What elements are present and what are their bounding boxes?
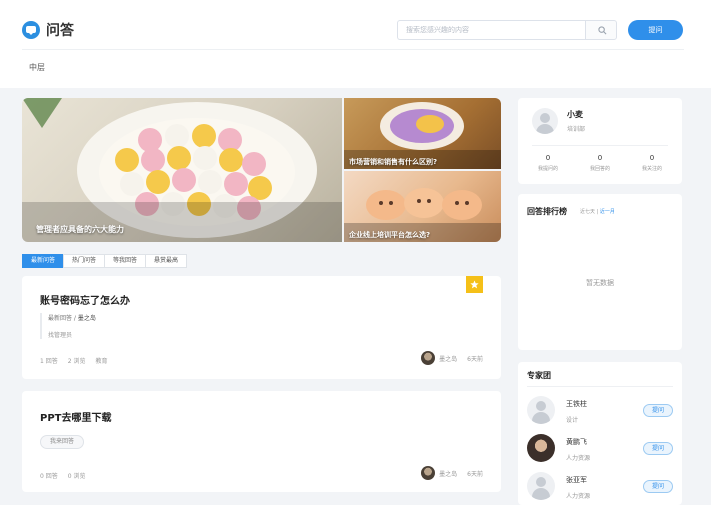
user-name: 小麦	[567, 110, 583, 119]
question-author[interactable]: 墨之岛 6天前	[421, 466, 483, 480]
question-stats: 1 回答 2 浏览 教育	[40, 356, 117, 365]
ask-question-button[interactable]: 提问	[628, 20, 683, 40]
user-department: 培训部	[567, 126, 586, 133]
ask-expert-button[interactable]: 提问	[643, 404, 673, 417]
rice-balls-image	[22, 98, 342, 242]
avatar[interactable]	[527, 472, 555, 500]
banner-side-caption-1[interactable]: 市场营销和销售有什么区别?	[349, 157, 437, 167]
banner-side-caption-2[interactable]: 企业线上培训平台怎么选?	[349, 230, 430, 240]
author-name: 墨之岛	[439, 470, 458, 478]
search-icon	[598, 26, 607, 35]
latest-answer-meta: 最新回答 / 墨之岛	[48, 313, 300, 322]
expert-divider	[527, 386, 673, 387]
ranking-title: 回答排行榜	[527, 207, 567, 216]
question-title[interactable]: 账号密码忘了怎么办	[40, 292, 130, 307]
avatar	[421, 351, 436, 365]
stat-label: 我关注的	[641, 166, 662, 172]
featured-badge	[466, 276, 483, 293]
expert-name[interactable]: 黄鹏飞	[566, 437, 587, 447]
header-divider	[22, 49, 684, 50]
user-profile-card: 小麦 培训部 0 我提问的 0 我回答的 0 我关注的	[518, 98, 682, 184]
latest-answer-text: 找管理员	[48, 332, 73, 339]
category-tag[interactable]: 教育	[95, 358, 107, 365]
stat-value: 0	[545, 154, 551, 162]
tab-latest[interactable]: 最新问答	[22, 254, 65, 268]
question-author[interactable]: 墨之岛 6天前	[421, 351, 483, 365]
ranking-filter: 近七天 | 近一月	[580, 208, 615, 215]
latest-answer-preview: 最新回答 / 墨之岛 找管理员	[40, 313, 300, 339]
ask-expert-button[interactable]: 提问	[643, 442, 673, 455]
expert-team-card: 专家团 王铁柱 设计 提问 黄鹏飞 人力资源 提问 张亚军 人力资源 提问	[518, 362, 682, 505]
avatar[interactable]	[527, 434, 555, 462]
filter-last-month[interactable]: 近一月	[600, 209, 615, 215]
stat-value: 0	[649, 154, 655, 162]
expert-department: 设计	[566, 417, 579, 424]
view-count: 0 浏览	[67, 473, 86, 480]
banner-main-image[interactable]	[22, 98, 342, 242]
banner-carousel: 管理者应具备的六大能力 市场营销和销售有什么区别? 企业线上培训平台怎么选?	[22, 98, 501, 242]
expert-item: 张亚军 人力资源 提问	[527, 472, 673, 504]
stat-label: 我回答的	[589, 166, 610, 172]
stat-label: 我提问的	[537, 166, 558, 172]
star-icon	[470, 280, 479, 289]
view-count: 2 浏览	[67, 358, 86, 365]
tab-highest-bounty[interactable]: 悬赏最高	[145, 254, 188, 268]
post-time: 6天前	[467, 470, 483, 478]
expert-team-title: 专家团	[527, 371, 551, 380]
expert-name[interactable]: 王铁柱	[566, 399, 587, 409]
latest-answer-author[interactable]: 墨之岛	[78, 315, 96, 322]
expert-item: 黄鹏飞 人力资源 提问	[527, 434, 673, 466]
latest-answer-label: 最新回答 /	[48, 315, 76, 322]
answer-count: 1 回答	[40, 358, 58, 365]
stat-value: 0	[597, 154, 603, 162]
filter-last-7-days[interactable]: 近七天	[580, 209, 595, 215]
question-title[interactable]: PPT去哪里下载	[40, 409, 111, 424]
top-header: 问答 搜索您感兴趣的内容 提问 中层	[0, 0, 711, 88]
filter-separator: |	[596, 209, 599, 215]
chat-bubble-logo-icon	[22, 21, 40, 39]
avatar	[421, 466, 436, 480]
question-card[interactable]: 账号密码忘了怎么办 最新回答 / 墨之岛 找管理员 1 回答 2 浏览 教育 墨之岛…	[22, 276, 501, 379]
tab-hot[interactable]: 热门问答	[63, 254, 106, 268]
author-name: 墨之岛	[439, 355, 458, 363]
question-card[interactable]: PPT去哪里下载 我来回答 0 回答 0 浏览 墨之岛 6天前	[22, 391, 501, 492]
search-button[interactable]	[585, 20, 617, 40]
question-tabs: 最新问答 热门问答 等我回答 悬赏最高	[22, 254, 188, 268]
page-title: 问答	[46, 23, 74, 39]
tab-waiting[interactable]: 等我回答	[104, 254, 147, 268]
my-answers-stat[interactable]: 0 我回答的	[577, 154, 623, 172]
expert-item: 王铁柱 设计 提问	[527, 396, 673, 428]
my-questions-stat[interactable]: 0 我提问的	[525, 154, 571, 172]
expert-department: 人力资源	[566, 455, 591, 462]
search-input[interactable]: 搜索您感兴趣的内容	[397, 20, 585, 40]
my-follows-stat[interactable]: 0 我关注的	[629, 154, 675, 172]
ask-expert-button[interactable]: 提问	[643, 480, 673, 493]
answer-ranking-card: 回答排行榜 近七天 | 近一月 暂无数据	[518, 194, 682, 350]
answer-count: 0 回答	[40, 473, 58, 480]
avatar[interactable]	[527, 396, 555, 424]
post-time: 6天前	[467, 355, 483, 363]
expert-department: 人力资源	[566, 493, 591, 500]
profile-divider	[532, 145, 668, 146]
breadcrumb[interactable]: 中层	[29, 62, 45, 73]
question-stats: 0 回答 0 浏览	[40, 471, 95, 480]
user-avatar-icon[interactable]	[532, 108, 558, 134]
answer-button[interactable]: 我来回答	[40, 435, 85, 449]
expert-name[interactable]: 张亚军	[566, 475, 587, 485]
banner-main-caption[interactable]: 管理者应具备的六大能力	[36, 224, 124, 235]
empty-state-text: 暂无数据	[586, 279, 614, 287]
